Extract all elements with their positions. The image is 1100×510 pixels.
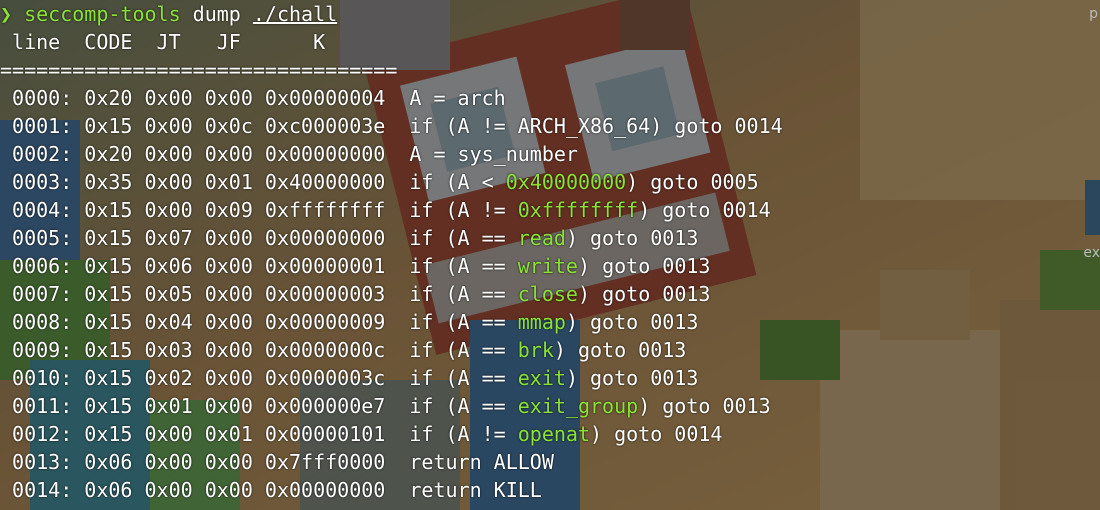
command-name: seccomp-tools xyxy=(24,2,181,26)
instruction-goto: ) goto 0014 xyxy=(590,422,723,446)
instruction-goto: ) goto 0013 xyxy=(565,310,699,334)
bpf-instruction-row: 0000: 0x20 0x00 0x00 0x00000004 A = arch xyxy=(0,84,506,112)
instruction-goto: ) goto 0013 xyxy=(565,226,699,250)
bpf-instruction-row: 0005: 0x15 0x07 0x00 0x00000000 if (A ==… xyxy=(0,224,698,252)
syscall-highlight: mmap xyxy=(517,310,566,334)
bpf-instruction-row: 0006: 0x15 0x06 0x00 0x00000001 if (A ==… xyxy=(0,252,710,280)
instruction-text: 0010: 0x15 0x02 0x00 0x0000003c if (A == xyxy=(0,366,518,390)
bpf-instruction-row: 0002: 0x20 0x00 0x00 0x00000000 A = sys_… xyxy=(0,140,578,168)
instruction-goto: ) goto 0013 xyxy=(565,366,699,390)
instruction-text: 0009: 0x15 0x03 0x00 0x0000000c if (A == xyxy=(0,338,518,362)
bpf-instruction-row: 0014: 0x06 0x00 0x00 0x00000000 return K… xyxy=(0,476,542,504)
instruction-text: 0002: 0x20 0x00 0x00 0x00000000 A = sys_… xyxy=(0,142,578,166)
syscall-highlight: 0xffffffff xyxy=(517,198,639,222)
syscall-highlight: close xyxy=(517,282,578,306)
prompt-chevron-icon: ❯ xyxy=(0,2,13,26)
instruction-text: 0013: 0x06 0x00 0x00 0x7fff0000 return A… xyxy=(0,450,554,474)
column-header: line CODE JT JF K xyxy=(0,30,326,54)
syscall-highlight: 0x40000000 xyxy=(505,170,627,194)
edge-text-top: p xyxy=(1089,6,1098,22)
syscall-highlight: brk xyxy=(517,338,554,362)
header-separator: ================================= xyxy=(0,58,398,82)
instruction-text: 0001: 0x15 0x00 0x0c 0xc000003e if (A !=… xyxy=(0,114,783,138)
bpf-instruction-row: 0010: 0x15 0x02 0x00 0x0000003c if (A ==… xyxy=(0,364,698,392)
instruction-goto: ) goto 0013 xyxy=(577,254,711,278)
edge-text-right: ex xyxy=(1083,245,1100,261)
instruction-goto: ) goto 0005 xyxy=(626,170,759,194)
instruction-text: 0000: 0x20 0x00 0x00 0x00000004 A = arch xyxy=(0,86,506,110)
bpf-instruction-row: 0008: 0x15 0x04 0x00 0x00000009 if (A ==… xyxy=(0,308,698,336)
instruction-text: 0004: 0x15 0x00 0x09 0xffffffff if (A != xyxy=(0,198,518,222)
syscall-highlight: openat xyxy=(517,422,591,446)
bpf-instruction-row: 0007: 0x15 0x05 0x00 0x00000003 if (A ==… xyxy=(0,280,710,308)
bpf-instruction-row: 0013: 0x06 0x00 0x00 0x7fff0000 return A… xyxy=(0,448,554,476)
instruction-text: 0005: 0x15 0x07 0x00 0x00000000 if (A == xyxy=(0,226,518,250)
syscall-highlight: exit xyxy=(517,366,566,390)
bpf-instruction-row: 0003: 0x35 0x00 0x01 0x40000000 if (A < … xyxy=(0,168,759,196)
prompt-line: ❯ seccomp-tools dump ./chall xyxy=(0,0,337,28)
instruction-goto: ) goto 0013 xyxy=(577,282,711,306)
instruction-text: 0012: 0x15 0x00 0x01 0x00000101 if (A != xyxy=(0,422,518,446)
bpf-instruction-row: 0001: 0x15 0x00 0x0c 0xc000003e if (A !=… xyxy=(0,112,783,140)
instruction-text: 0006: 0x15 0x06 0x00 0x00000001 if (A == xyxy=(0,254,518,278)
instruction-text: 0003: 0x35 0x00 0x01 0x40000000 if (A < xyxy=(0,170,506,194)
instruction-goto: ) goto 0013 xyxy=(638,394,771,418)
syscall-highlight: exit_group xyxy=(517,394,639,418)
terminal-window[interactable]: ❯ seccomp-tools dump ./chall line CODE J… xyxy=(0,0,1100,510)
command-target-path[interactable]: ./chall xyxy=(253,2,337,26)
bpf-instruction-row: 0004: 0x15 0x00 0x09 0xffffffff if (A !=… xyxy=(0,196,771,224)
instruction-text: 0007: 0x15 0x05 0x00 0x00000003 if (A == xyxy=(0,282,518,306)
syscall-highlight: read xyxy=(517,226,566,250)
command-subcommand: dump xyxy=(180,2,253,26)
bpf-instruction-row: 0011: 0x15 0x01 0x00 0x000000e7 if (A ==… xyxy=(0,392,771,420)
instruction-goto: ) goto 0014 xyxy=(638,198,771,222)
syscall-highlight: write xyxy=(517,254,578,278)
instruction-text: 0008: 0x15 0x04 0x00 0x00000009 if (A == xyxy=(0,310,518,334)
bpf-instruction-row: 0012: 0x15 0x00 0x01 0x00000101 if (A !=… xyxy=(0,420,722,448)
instruction-goto: ) goto 0013 xyxy=(553,338,687,362)
instruction-text: 0014: 0x06 0x00 0x00 0x00000000 return K… xyxy=(0,478,542,502)
bpf-instruction-row: 0009: 0x15 0x03 0x00 0x0000000c if (A ==… xyxy=(0,336,686,364)
instruction-text: 0011: 0x15 0x01 0x00 0x000000e7 if (A == xyxy=(0,394,518,418)
